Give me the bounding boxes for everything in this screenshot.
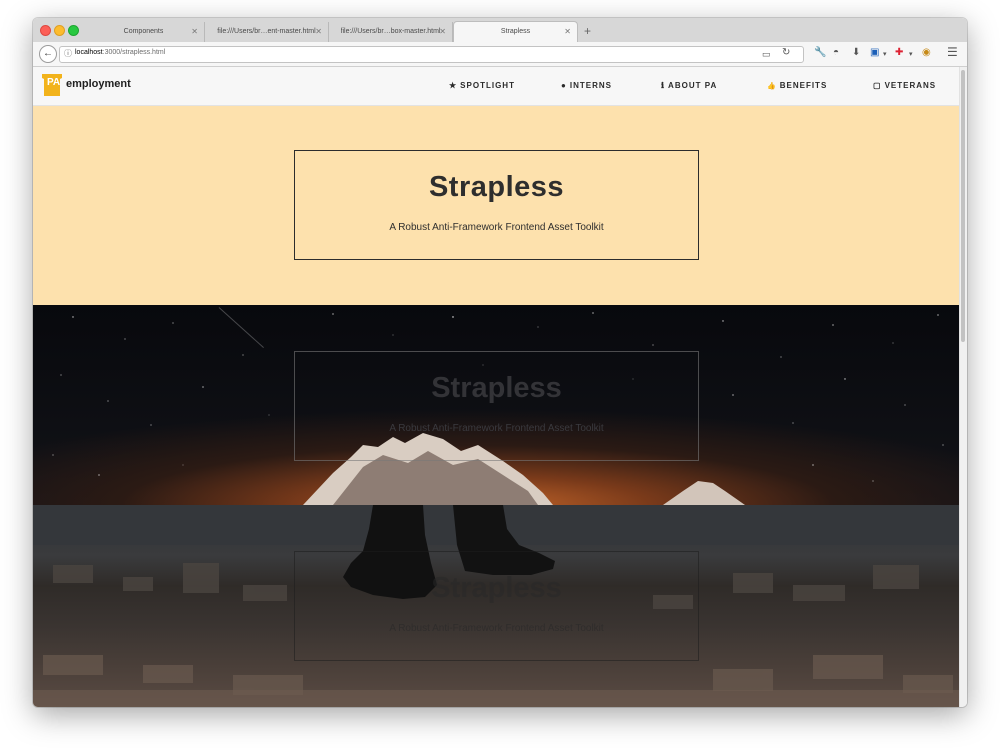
hero-title: Strapless (428, 171, 565, 203)
space-box: Strapless A Robust Anti-Framework Fronte… (294, 351, 699, 461)
back-arrow-icon[interactable]: ← (39, 45, 57, 63)
reload-icon[interactable]: ↻ (782, 47, 790, 59)
dropdown-icon[interactable]: ▾ (909, 49, 913, 61)
tab-strapless[interactable]: Strapless ✕ (453, 21, 578, 43)
tab-file-ent-master[interactable]: file:///Users/br…ent-master.html ✕ (205, 22, 329, 42)
nav-label: SPOTLIGHT (460, 81, 515, 90)
reader-view-icon[interactable]: ▭ (762, 48, 771, 60)
tab-components[interactable]: Components ✕ (83, 22, 205, 42)
nav-item-veterans[interactable]: ▢ VETERANS (873, 81, 936, 90)
nav-item-benefits[interactable]: 👍 BENEFITS (767, 81, 827, 90)
city-title: Strapless (431, 572, 562, 604)
url-bar[interactable]: ⓘ localhost:3000/strapless.html ▭ ↻ (59, 46, 804, 63)
city-section: Strapless A Robust Anti-Framework Fronte… (33, 505, 959, 707)
city-box: Strapless A Robust Anti-Framework Fronte… (294, 551, 699, 661)
circle-icon: ● (561, 81, 567, 90)
tab-label: Strapless (500, 28, 531, 35)
thumbs-up-icon: 👍 (767, 83, 777, 90)
save-icon[interactable]: ▣ (870, 47, 879, 59)
maximize-window-button[interactable] (68, 25, 79, 36)
scrollbar-thumb[interactable] (961, 70, 965, 342)
nav-item-about-pa[interactable]: ℹ ABOUT PA (661, 81, 717, 90)
hero-box: Strapless A Robust Anti-Framework Fronte… (294, 150, 699, 260)
dropdown-icon[interactable]: ▾ (883, 49, 887, 61)
wrench-icon[interactable]: 🔧 (814, 47, 826, 59)
hero-subtitle: A Robust Anti-Framework Frontend Asset T… (389, 222, 604, 233)
info-icon: ℹ (661, 81, 666, 90)
tab-file-box-master[interactable]: file:///Users/br…box-master.html ✕ (329, 22, 453, 42)
extension-icon[interactable]: ✚ (895, 47, 903, 59)
url-path: :3000/strapless.html (102, 49, 166, 56)
address-toolbar: ← ⓘ localhost:3000/strapless.html ▭ ↻ 🔧 … (33, 42, 967, 67)
tab-close-icon[interactable]: ✕ (315, 22, 322, 41)
url-text: localhost:3000/strapless.html (75, 49, 165, 56)
tab-label: file:///Users/br…box-master.html (340, 28, 441, 35)
addon-icon[interactable]: ◉ (922, 47, 931, 59)
site-header: PA employment ★ SPOTLIGHT ● INTERNS ℹ ABOUT… (33, 67, 959, 106)
info-icon[interactable]: ⓘ (64, 48, 72, 59)
tab-strip: Components ✕ file:///Users/br…ent-master… (33, 18, 967, 43)
download-icon[interactable]: ⬇ (852, 47, 860, 59)
nav-label: ABOUT PA (668, 81, 718, 90)
square-icon: ▢ (873, 81, 882, 90)
browser-window: Components ✕ file:///Users/br…ent-master… (33, 18, 967, 707)
nav-label: VETERANS (884, 81, 937, 90)
web-page: PA employment ★ SPOTLIGHT ● INTERNS ℹ ABOUT… (33, 67, 959, 707)
pocket-icon[interactable]: ◓ (833, 47, 839, 59)
space-title: Strapless (431, 372, 562, 404)
nav-item-interns[interactable]: ● INTERNS (561, 81, 612, 90)
star-icon: ★ (449, 81, 458, 90)
nav-label: INTERNS (569, 81, 612, 90)
nav-item-spotlight[interactable]: ★ SPOTLIGHT (449, 81, 515, 90)
new-tab-icon[interactable]: + (584, 22, 591, 40)
space-section: Strapless A Robust Anti-Framework Fronte… (33, 305, 959, 505)
menu-icon[interactable]: ☰ (947, 46, 958, 58)
tab-close-icon[interactable]: ✕ (564, 22, 571, 41)
close-window-button[interactable] (40, 25, 51, 36)
logo-text: PA (47, 77, 61, 88)
tab-close-icon[interactable]: ✕ (439, 22, 446, 41)
minimize-window-button[interactable] (54, 25, 65, 36)
url-host: localhost (75, 49, 103, 56)
tab-label: file:///Users/br…ent-master.html (217, 28, 316, 35)
brand-name[interactable]: employment (66, 78, 131, 90)
space-subtitle: A Robust Anti-Framework Frontend Asset T… (389, 423, 604, 434)
tab-close-icon[interactable]: ✕ (191, 22, 198, 41)
nav-label: BENEFITS (779, 81, 828, 90)
city-subtitle: A Robust Anti-Framework Frontend Asset T… (389, 623, 604, 634)
tab-label: Components (123, 28, 164, 35)
